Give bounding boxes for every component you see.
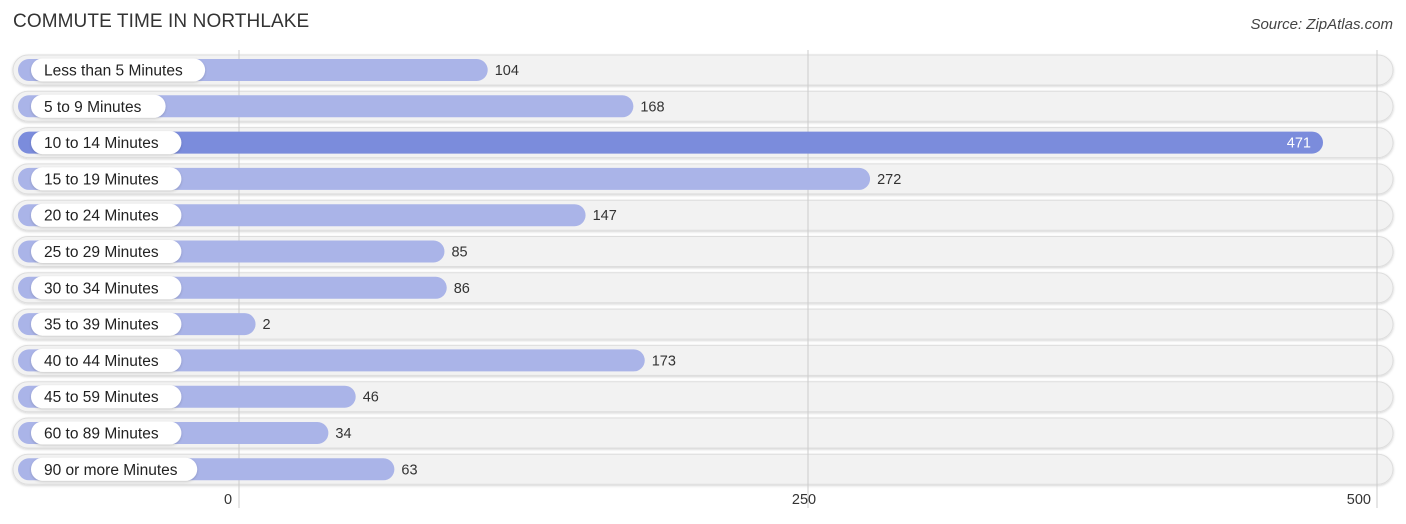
- value-label: 86: [454, 281, 470, 297]
- category-label: 30 to 34 Minutes: [44, 280, 159, 297]
- value-label: 85: [451, 245, 467, 261]
- category-label: 90 or more Minutes: [44, 462, 178, 479]
- bar[interactable]: [18, 131, 1323, 154]
- value-label: 46: [363, 390, 379, 406]
- x-tick-label: 500: [1347, 492, 1371, 508]
- category-label: 20 to 24 Minutes: [44, 208, 159, 225]
- category-label: 25 to 29 Minutes: [44, 244, 159, 261]
- value-label: 63: [401, 462, 417, 478]
- value-label: 2: [263, 317, 271, 333]
- category-label: Less than 5 Minutes: [44, 63, 183, 80]
- bar-chart: Less than 5 Minutes 104 5 to 9 Minutes 168 1…: [12, 50, 1394, 508]
- value-label: 147: [593, 208, 617, 224]
- x-tick-label: 250: [792, 492, 816, 508]
- value-label: 34: [335, 426, 351, 442]
- category-label: 60 to 89 Minutes: [44, 426, 159, 443]
- value-label: 168: [640, 99, 664, 115]
- value-label: 173: [652, 353, 676, 369]
- value-label: 272: [877, 172, 901, 188]
- category-label: 35 to 39 Minutes: [44, 317, 159, 334]
- category-label: 45 to 59 Minutes: [44, 389, 159, 406]
- category-label: 15 to 19 Minutes: [44, 171, 159, 188]
- x-tick-label: 0: [224, 492, 232, 508]
- value-label: 104: [495, 63, 519, 79]
- category-label: 5 to 9 Minutes: [44, 99, 142, 116]
- category-label: 40 to 44 Minutes: [44, 353, 159, 370]
- value-label: 471: [1287, 136, 1311, 152]
- category-label: 10 to 14 Minutes: [44, 135, 159, 152]
